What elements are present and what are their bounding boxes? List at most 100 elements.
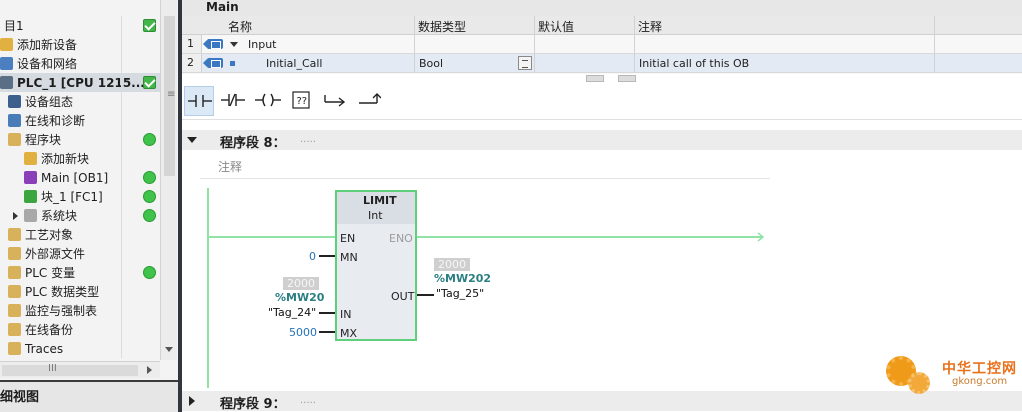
interface-row[interactable]: 1 Input: [182, 35, 1022, 54]
tree-item[interactable]: Main [OB1]: [0, 168, 160, 187]
collapse-up-icon[interactable]: [586, 75, 604, 82]
row-number: 1: [187, 37, 194, 50]
coil-button[interactable]: [252, 86, 282, 116]
grip-icon: III: [48, 363, 57, 374]
tree-item[interactable]: 在线和诊断: [0, 111, 160, 130]
detail-view-header[interactable]: 细视图: [0, 380, 178, 412]
interface-row[interactable]: 2 Initial_Call Bool Initial call of this…: [182, 54, 1022, 73]
tree-item[interactable]: 外部源文件: [0, 244, 160, 263]
external-sources-folder-icon: [8, 247, 21, 260]
technology-objects-folder-icon: [8, 228, 21, 241]
block-interface-table: 名称 数据类型 默认值 注释 1 Input 2 Initial_Call Bo…: [182, 16, 1022, 74]
interface-comment[interactable]: Initial call of this OB: [639, 57, 749, 70]
empty-box-icon: ??: [292, 91, 310, 109]
tree-item-label: PLC 变量: [25, 266, 76, 280]
tree-item[interactable]: 系统块: [0, 206, 160, 225]
row-number: 2: [187, 56, 194, 69]
program-blocks-folder-icon: [8, 133, 21, 146]
tree-item[interactable]: Traces: [0, 339, 160, 358]
tree-item-label: 外部源文件: [25, 247, 86, 261]
out-tag[interactable]: "Tag_25": [436, 287, 484, 300]
scroll-down-icon[interactable]: [165, 347, 173, 352]
tree-vertical-scrollbar[interactable]: ≡: [160, 0, 177, 360]
gear-icon: [908, 372, 930, 394]
tree-item[interactable]: 设备和网络: [0, 54, 160, 73]
close-branch-button[interactable]: [354, 86, 384, 116]
column-divider: [634, 16, 635, 72]
tree-item[interactable]: 添加新设备: [0, 35, 160, 54]
tree-item[interactable]: 块_1 [FC1]: [0, 187, 160, 206]
tree-item-label: 设备组态: [25, 95, 74, 109]
mx-value[interactable]: 5000: [289, 326, 317, 339]
column-header-comment[interactable]: 注释: [638, 18, 662, 35]
column-header-default[interactable]: 默认值: [538, 18, 574, 35]
expand-arrow-icon[interactable]: [13, 212, 18, 220]
interface-header-row: 名称 数据类型 默认值 注释: [182, 16, 1022, 35]
tree-item[interactable]: PLC 变量: [0, 263, 160, 282]
in-address[interactable]: %MW20: [275, 291, 324, 304]
no-contact-button[interactable]: [184, 86, 214, 116]
network-title-dots[interactable]: .....: [300, 395, 316, 406]
network-title: 程序段 8：: [220, 136, 286, 151]
close-branch-icon: [359, 93, 381, 104]
fc-block-icon: [24, 190, 37, 203]
network-title-dots[interactable]: .....: [300, 134, 316, 145]
ok-status-icon: [143, 209, 156, 222]
no-contact-icon: [188, 95, 212, 107]
box-type[interactable]: Int: [368, 209, 383, 222]
tree-item[interactable]: 目1: [0, 16, 160, 35]
system-blocks-folder-icon: [24, 209, 37, 222]
tree-item-label: PLC 数据类型: [25, 285, 100, 299]
collapse-network-icon[interactable]: [187, 137, 197, 143]
tree-item[interactable]: 程序块: [0, 130, 160, 149]
interface-name[interactable]: Input: [248, 38, 276, 51]
network-comment[interactable]: 注释: [218, 158, 242, 175]
grip-icon: ≡: [167, 89, 176, 100]
tree-item-label: 块_1 [FC1]: [41, 190, 103, 204]
tree-item-label: 程序块: [25, 133, 62, 147]
tree-item[interactable]: 监控与强制表: [0, 301, 160, 320]
lad-toolbar: ??: [182, 84, 1022, 120]
network-header[interactable]: 程序段 8： .....: [182, 130, 1022, 151]
nc-contact-button[interactable]: [218, 86, 248, 116]
out-address[interactable]: %MW202: [434, 272, 491, 285]
tree-item[interactable]: 设备组态: [0, 92, 160, 111]
coil-icon: [255, 93, 281, 107]
online-backups-folder-icon: [8, 323, 21, 336]
tree-item[interactable]: 添加新块: [0, 149, 160, 168]
in-tag[interactable]: "Tag_24": [268, 306, 316, 319]
tree-item[interactable]: PLC_1 [CPU 1215...: [0, 73, 160, 92]
column-header-name[interactable]: 名称: [228, 18, 252, 35]
scroll-right-icon[interactable]: [147, 366, 152, 374]
tree-item[interactable]: 在线备份: [0, 320, 160, 339]
interface-datatype[interactable]: Bool: [419, 57, 443, 70]
mn-value[interactable]: 0: [309, 250, 316, 263]
pin-out: OUT: [391, 290, 415, 303]
tree-item[interactable]: PLC 数据类型: [0, 282, 160, 301]
network-title: 程序段 9：: [220, 397, 286, 412]
interface-name[interactable]: Initial_Call: [266, 57, 322, 70]
pin-en: EN: [340, 232, 356, 245]
program-editor: Main 名称 数据类型 默认值 注释 1 Input 2 Initial_Ca…: [182, 0, 1022, 412]
expand-down-icon[interactable]: [618, 75, 636, 82]
splitter-handles[interactable]: [586, 75, 646, 83]
column-header-datatype[interactable]: 数据类型: [418, 18, 466, 35]
expand-network-icon[interactable]: [189, 396, 195, 406]
column-divider: [934, 16, 935, 72]
tree-item-label: Main [OB1]: [41, 170, 109, 185]
tree-item[interactable]: 工艺对象: [0, 225, 160, 244]
scroll-thumb[interactable]: [2, 365, 138, 376]
empty-box-button[interactable]: ??: [286, 86, 316, 116]
column-divider: [534, 16, 535, 72]
expand-icon[interactable]: [230, 42, 238, 47]
out-monitor-value: 2000: [434, 258, 470, 271]
pin-eno: ENO: [389, 232, 413, 245]
block-title: Main: [206, 0, 239, 14]
watermark-url: gkong.com: [952, 376, 1008, 387]
datatype-picker-icon[interactable]: [518, 56, 532, 70]
svg-text:??: ??: [297, 96, 308, 107]
device-config-icon: [8, 95, 21, 108]
tree-horizontal-scrollbar[interactable]: III: [0, 361, 160, 378]
pin-in: IN: [340, 308, 352, 321]
open-branch-button[interactable]: [320, 86, 350, 116]
